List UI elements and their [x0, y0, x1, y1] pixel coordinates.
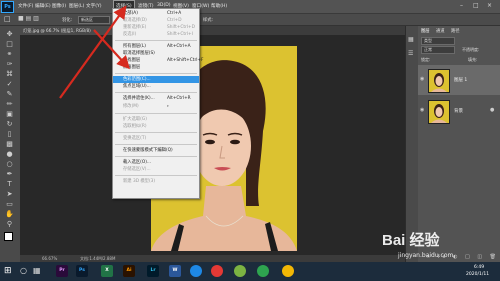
taskbar-app-generic[interactable]	[234, 265, 246, 277]
taskbar-app-chrome[interactable]	[211, 265, 223, 277]
taskbar-app-wechat[interactable]	[257, 265, 269, 277]
start-icon[interactable]: ⊞	[4, 266, 12, 276]
taskbar-clock[interactable]: 6:49	[474, 265, 484, 270]
taskbar-app-word[interactable]: W	[169, 265, 181, 277]
taskbar-app-premiere[interactable]: Pr	[56, 265, 68, 277]
search-icon[interactable]: ○	[20, 266, 27, 275]
taskbar-app-qq[interactable]	[282, 265, 294, 277]
windows-taskbar: ⊞ ○ ▦ Pr Ps Ai Lr W X 6:49 2020/1/11	[0, 262, 500, 281]
taskbar-app-browser[interactable]	[190, 265, 202, 277]
taskbar-date[interactable]: 2020/1/11	[466, 272, 489, 277]
taskbar-app-lightroom[interactable]: Lr	[147, 265, 159, 277]
taskbar-app-illustrator[interactable]: Ai	[123, 265, 135, 277]
watermark-brand: Bai 经验	[382, 232, 440, 249]
baidu-watermark: Bai 经验 jingyan.baidu.com	[380, 225, 498, 267]
task-view-icon[interactable]: ▦	[33, 266, 41, 275]
taskbar-app-photoshop[interactable]: Ps	[76, 265, 88, 277]
watermark-url: jingyan.baidu.com	[398, 252, 454, 259]
taskbar-app-excel[interactable]: X	[101, 265, 113, 277]
arrow-to-color-range	[93, 29, 130, 70]
